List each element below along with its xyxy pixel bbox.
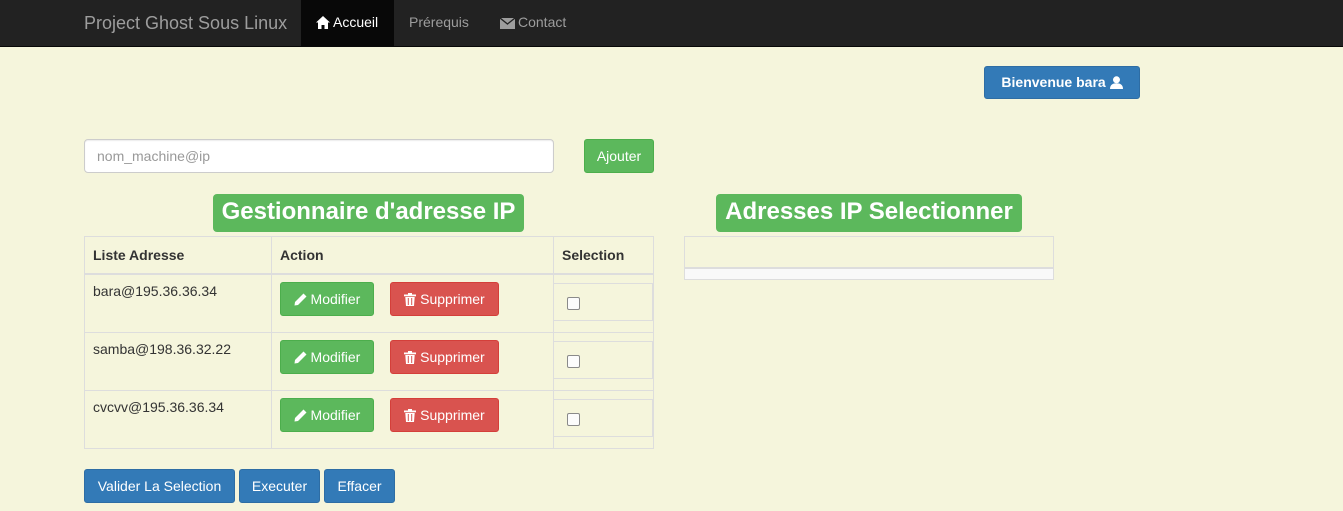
row-checkbox[interactable] xyxy=(567,297,580,310)
ip-manager-table: Liste Adresse Action Selection bara@195.… xyxy=(84,236,654,449)
nav-prerequis-label: Prérequis xyxy=(409,14,469,30)
envelope-icon xyxy=(499,17,516,29)
welcome-user-button[interactable]: Bienvenue bara xyxy=(984,66,1140,99)
nav-prerequis[interactable]: Prérequis xyxy=(394,0,484,47)
validate-selection-button[interactable]: Valider La Selection xyxy=(84,469,235,503)
delete-button[interactable]: Supprimer xyxy=(390,282,499,316)
pencil-icon xyxy=(294,351,307,364)
clear-button[interactable]: Effacer xyxy=(324,469,395,503)
pencil-icon xyxy=(294,293,307,306)
home-icon xyxy=(316,16,330,29)
trash-icon xyxy=(404,351,417,364)
trash-icon xyxy=(404,293,417,306)
delete-label: Supprimer xyxy=(420,349,485,365)
brand-link[interactable]: Project Ghost Sous Linux xyxy=(84,0,287,47)
header-selection: Selection xyxy=(553,236,654,275)
manager-title: Gestionnaire d'adresse IP xyxy=(213,194,524,232)
delete-button[interactable]: Supprimer xyxy=(390,340,499,374)
modify-button[interactable]: Modifier xyxy=(280,340,374,374)
address-cell: cvcvv@195.36.36.34 xyxy=(84,390,272,449)
execute-button[interactable]: Executer xyxy=(239,469,320,503)
user-icon xyxy=(1109,76,1123,89)
machine-ip-input[interactable] xyxy=(84,139,554,173)
nav-accueil-label: Accueil xyxy=(333,14,379,30)
welcome-label: Bienvenue bara xyxy=(1001,74,1106,90)
selected-table-header xyxy=(684,236,1054,269)
delete-button[interactable]: Supprimer xyxy=(390,398,499,432)
modify-label: Modifier xyxy=(310,407,361,423)
address-cell: samba@198.36.32.22 xyxy=(84,332,272,391)
navbar: Project Ghost Sous Linux Accueil Prérequ… xyxy=(0,0,1343,47)
header-action: Action xyxy=(271,236,554,275)
delete-label: Supprimer xyxy=(420,291,485,307)
trash-icon xyxy=(404,409,417,422)
pencil-icon xyxy=(294,409,307,422)
address-cell: bara@195.36.36.34 xyxy=(84,274,272,333)
row-checkbox[interactable] xyxy=(567,413,580,426)
nav-accueil[interactable]: Accueil xyxy=(301,0,394,47)
selected-table-body xyxy=(684,268,1054,280)
row-checkbox[interactable] xyxy=(567,355,580,368)
add-button[interactable]: Ajouter xyxy=(584,139,654,173)
modify-button[interactable]: Modifier xyxy=(280,398,374,432)
nav-contact-label: Contact xyxy=(518,14,567,30)
nav-contact[interactable]: Contact xyxy=(485,0,581,47)
modify-label: Modifier xyxy=(310,291,361,307)
modify-label: Modifier xyxy=(310,349,361,365)
header-address: Liste Adresse xyxy=(84,236,272,275)
delete-label: Supprimer xyxy=(420,407,485,423)
selected-ip-table xyxy=(684,236,1054,280)
selected-panel-title: Adresses IP Selectionner xyxy=(716,194,1022,232)
modify-button[interactable]: Modifier xyxy=(280,282,374,316)
